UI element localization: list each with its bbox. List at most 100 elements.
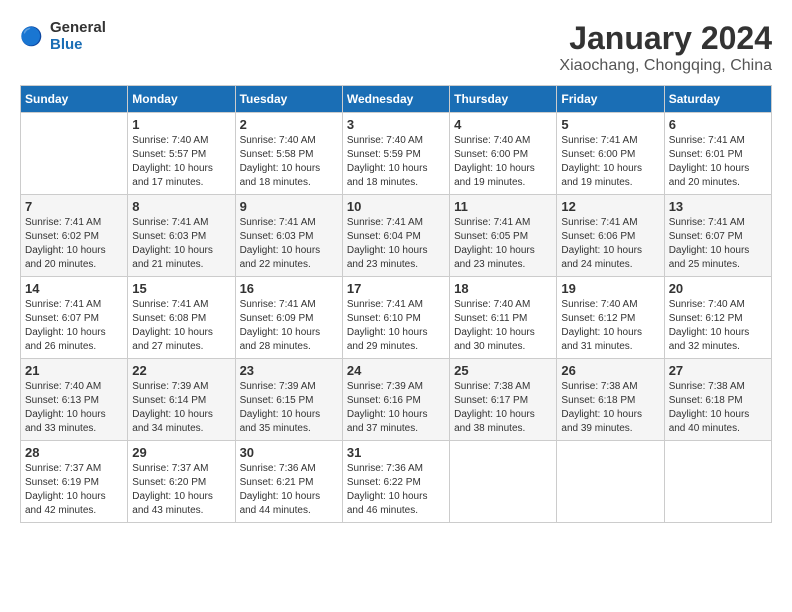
day-cell: 29Sunrise: 7:37 AMSunset: 6:20 PMDayligh… bbox=[128, 441, 235, 523]
day-number: 6 bbox=[669, 117, 767, 132]
day-cell: 1 Sunrise: 7:40 AMSunset: 5:57 PMDaylight… bbox=[128, 113, 235, 195]
week-row-4: 21 Sunrise: 7:40 AMSunset: 6:13 PMDayligh… bbox=[21, 359, 772, 441]
day-info: Sunrise: 7:38 AMSunset: 6:17 PMDaylight:… bbox=[454, 380, 552, 436]
day-cell: 24 Sunrise: 7:39 AMSunset: 6:16 PMDayligh… bbox=[342, 359, 449, 441]
day-cell: 31 Sunrise: 7:36 AMSunset: 6:22 PMDayligh… bbox=[342, 441, 449, 523]
weekday-header-thursday: Thursday bbox=[450, 86, 557, 113]
day-number: 25 bbox=[454, 363, 552, 378]
svg-text:🔵: 🔵 bbox=[20, 25, 43, 46]
day-info: Sunrise: 7:40 AMSunset: 6:00 PMDaylight:… bbox=[454, 134, 552, 190]
day-info: Sunrise: 7:40 AMSunset: 6:11 PMDaylight:… bbox=[454, 298, 552, 354]
day-number: 1 bbox=[132, 117, 230, 132]
week-row-5: 28 Sunrise: 7:37 AMSunset: 6:19 PMDayligh… bbox=[21, 441, 772, 523]
day-number: 23 bbox=[240, 363, 338, 378]
logo: 🔵 General Blue bbox=[20, 20, 106, 53]
day-cell: 22Sunrise: 7:39 AMSunset: 6:14 PMDayligh… bbox=[128, 359, 235, 441]
day-info: Sunrise: 7:41 AMSunset: 6:04 PMDaylight:… bbox=[347, 216, 445, 272]
day-number: 13 bbox=[669, 199, 767, 214]
day-info: Sunrise: 7:41 AMSunset: 6:07 PMDaylight:… bbox=[669, 216, 767, 272]
day-info: Sunrise: 7:41 AMSunset: 6:06 PMDaylight:… bbox=[561, 216, 659, 272]
day-cell: 15Sunrise: 7:41 AMSunset: 6:08 PMDayligh… bbox=[128, 277, 235, 359]
day-number: 3 bbox=[347, 117, 445, 132]
day-number: 2 bbox=[240, 117, 338, 132]
day-cell: 16Sunrise: 7:41 AMSunset: 6:09 PMDayligh… bbox=[235, 277, 342, 359]
day-cell: 21 Sunrise: 7:40 AMSunset: 6:13 PMDayligh… bbox=[21, 359, 128, 441]
day-info: Sunrise: 7:41 AMSunset: 6:02 PMDaylight:… bbox=[25, 216, 123, 272]
day-info: Sunrise: 7:41 AMSunset: 6:05 PMDaylight:… bbox=[454, 216, 552, 272]
day-info: Sunrise: 7:41 AMSunset: 6:10 PMDaylight:… bbox=[347, 298, 445, 354]
day-info: Sunrise: 7:40 AMSunset: 5:57 PMDaylight:… bbox=[132, 134, 230, 190]
day-cell: 19 Sunrise: 7:40 AMSunset: 6:12 PMDayligh… bbox=[557, 277, 664, 359]
month-title: January 2024 bbox=[559, 20, 772, 57]
page-header: 🔵 General Blue January 2024 Xiaochang, C… bbox=[20, 20, 772, 75]
day-info: Sunrise: 7:39 AMSunset: 6:15 PMDaylight:… bbox=[240, 380, 338, 436]
day-cell: 18 Sunrise: 7:40 AMSunset: 6:11 PMDayligh… bbox=[450, 277, 557, 359]
day-cell: 25 Sunrise: 7:38 AMSunset: 6:17 PMDayligh… bbox=[450, 359, 557, 441]
day-number: 21 bbox=[25, 363, 123, 378]
day-number: 18 bbox=[454, 281, 552, 296]
week-row-2: 7 Sunrise: 7:41 AMSunset: 6:02 PMDaylight… bbox=[21, 195, 772, 277]
day-number: 17 bbox=[347, 281, 445, 296]
day-info: Sunrise: 7:41 AMSunset: 6:03 PMDaylight:… bbox=[132, 216, 230, 272]
day-number: 20 bbox=[669, 281, 767, 296]
day-cell: 14Sunrise: 7:41 AMSunset: 6:07 PMDayligh… bbox=[21, 277, 128, 359]
day-cell: 26 Sunrise: 7:38 AMSunset: 6:18 PMDayligh… bbox=[557, 359, 664, 441]
day-info: Sunrise: 7:40 AMSunset: 6:12 PMDaylight:… bbox=[561, 298, 659, 354]
day-info: Sunrise: 7:36 AMSunset: 6:22 PMDaylight:… bbox=[347, 462, 445, 518]
day-number: 7 bbox=[25, 199, 123, 214]
day-cell: 13 Sunrise: 7:41 AMSunset: 6:07 PMDayligh… bbox=[664, 195, 771, 277]
day-number: 28 bbox=[25, 445, 123, 460]
day-info: Sunrise: 7:41 AMSunset: 6:09 PMDaylight:… bbox=[240, 298, 338, 354]
day-number: 11 bbox=[454, 199, 552, 214]
day-cell: 5Sunrise: 7:41 AMSunset: 6:00 PMDaylight… bbox=[557, 113, 664, 195]
day-cell: 3Sunrise: 7:40 AMSunset: 5:59 PMDaylight… bbox=[342, 113, 449, 195]
day-cell bbox=[21, 113, 128, 195]
day-number: 24 bbox=[347, 363, 445, 378]
weekday-header-friday: Friday bbox=[557, 86, 664, 113]
day-info: Sunrise: 7:41 AMSunset: 6:03 PMDaylight:… bbox=[240, 216, 338, 272]
day-info: Sunrise: 7:37 AMSunset: 6:19 PMDaylight:… bbox=[25, 462, 123, 518]
day-cell: 6Sunrise: 7:41 AMSunset: 6:01 PMDaylight… bbox=[664, 113, 771, 195]
day-cell: 12 Sunrise: 7:41 AMSunset: 6:06 PMDayligh… bbox=[557, 195, 664, 277]
day-number: 19 bbox=[561, 281, 659, 296]
logo-general: General bbox=[50, 19, 106, 36]
weekday-header-saturday: Saturday bbox=[664, 86, 771, 113]
day-cell: 10 Sunrise: 7:41 AMSunset: 6:04 PMDayligh… bbox=[342, 195, 449, 277]
calendar-table: SundayMondayTuesdayWednesdayThursdayFrid… bbox=[20, 85, 772, 523]
day-cell bbox=[664, 441, 771, 523]
logo-icon: 🔵 bbox=[20, 23, 48, 51]
day-cell: 8 Sunrise: 7:41 AMSunset: 6:03 PMDaylight… bbox=[128, 195, 235, 277]
day-info: Sunrise: 7:40 AMSunset: 5:58 PMDaylight:… bbox=[240, 134, 338, 190]
day-cell: 30Sunrise: 7:36 AMSunset: 6:21 PMDayligh… bbox=[235, 441, 342, 523]
day-number: 4 bbox=[454, 117, 552, 132]
week-row-1: 1 Sunrise: 7:40 AMSunset: 5:57 PMDaylight… bbox=[21, 113, 772, 195]
day-number: 12 bbox=[561, 199, 659, 214]
logo-blue: Blue bbox=[50, 37, 106, 54]
day-number: 31 bbox=[347, 445, 445, 460]
weekday-header-monday: Monday bbox=[128, 86, 235, 113]
day-cell: 2 Sunrise: 7:40 AMSunset: 5:58 PMDaylight… bbox=[235, 113, 342, 195]
day-info: Sunrise: 7:40 AMSunset: 6:12 PMDaylight:… bbox=[669, 298, 767, 354]
day-cell: 27Sunrise: 7:38 AMSunset: 6:18 PMDayligh… bbox=[664, 359, 771, 441]
location: Xiaochang, Chongqing, China bbox=[559, 57, 772, 75]
day-cell: 17 Sunrise: 7:41 AMSunset: 6:10 PMDayligh… bbox=[342, 277, 449, 359]
day-number: 15 bbox=[132, 281, 230, 296]
day-number: 8 bbox=[132, 199, 230, 214]
day-cell: 4 Sunrise: 7:40 AMSunset: 6:00 PMDaylight… bbox=[450, 113, 557, 195]
title-block: January 2024 Xiaochang, Chongqing, China bbox=[559, 20, 772, 75]
day-cell bbox=[557, 441, 664, 523]
day-info: Sunrise: 7:40 AMSunset: 6:13 PMDaylight:… bbox=[25, 380, 123, 436]
day-cell: 20 Sunrise: 7:40 AMSunset: 6:12 PMDayligh… bbox=[664, 277, 771, 359]
day-number: 26 bbox=[561, 363, 659, 378]
day-info: Sunrise: 7:39 AMSunset: 6:16 PMDaylight:… bbox=[347, 380, 445, 436]
day-number: 10 bbox=[347, 199, 445, 214]
day-cell: 28 Sunrise: 7:37 AMSunset: 6:19 PMDayligh… bbox=[21, 441, 128, 523]
weekday-header-row: SundayMondayTuesdayWednesdayThursdayFrid… bbox=[21, 86, 772, 113]
day-info: Sunrise: 7:38 AMSunset: 6:18 PMDaylight:… bbox=[561, 380, 659, 436]
day-number: 30 bbox=[240, 445, 338, 460]
day-info: Sunrise: 7:41 AMSunset: 6:00 PMDaylight:… bbox=[561, 134, 659, 190]
day-cell: 11 Sunrise: 7:41 AMSunset: 6:05 PMDayligh… bbox=[450, 195, 557, 277]
day-number: 27 bbox=[669, 363, 767, 378]
week-row-3: 14Sunrise: 7:41 AMSunset: 6:07 PMDayligh… bbox=[21, 277, 772, 359]
day-number: 9 bbox=[240, 199, 338, 214]
